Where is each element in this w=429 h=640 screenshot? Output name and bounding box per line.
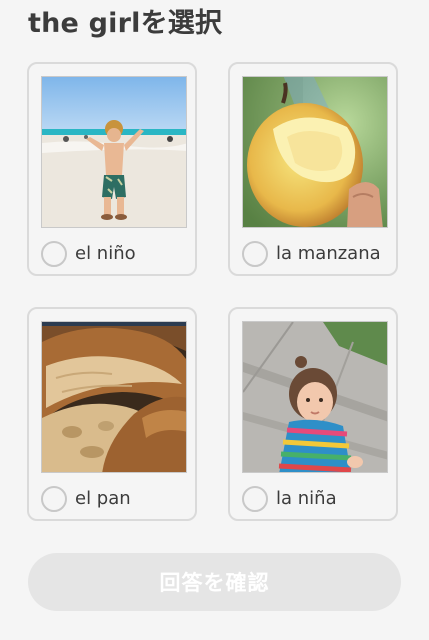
option-radio[interactable] <box>41 241 67 267</box>
option-label: el pan <box>75 488 131 509</box>
option-label: la niña <box>276 488 337 509</box>
option-radio[interactable] <box>242 241 268 267</box>
option-radio[interactable] <box>242 486 268 512</box>
option-card-el-nino[interactable]: el niño <box>27 62 197 276</box>
option-label: el niño <box>75 243 136 264</box>
check-answer-button[interactable]: 回答を確認 <box>28 553 401 611</box>
little-girl-image <box>242 321 388 473</box>
apple-image <box>242 76 388 228</box>
bread-image <box>41 321 187 473</box>
option-card-la-manzana[interactable]: la manzana <box>228 62 398 276</box>
option-label: la manzana <box>276 243 381 264</box>
option-card-el-pan[interactable]: el pan <box>27 307 197 521</box>
option-radio[interactable] <box>41 486 67 512</box>
challenge-prompt: the girlを選択 <box>28 8 223 39</box>
option-card-la-nina[interactable]: la niña <box>228 307 398 521</box>
boy-on-beach-image <box>41 76 187 228</box>
